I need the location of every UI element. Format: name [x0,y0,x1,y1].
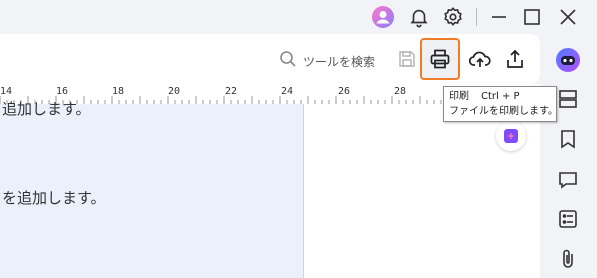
share-icon[interactable] [502,46,528,72]
ruler-tick-label: 28 [394,86,407,97]
ruler-tick-label: 20 [168,86,181,97]
gear-icon[interactable] [440,4,466,30]
avatar-icon[interactable] [370,4,396,30]
floating-ai-icon[interactable] [496,121,526,151]
close-icon[interactable] [555,4,581,30]
comment-icon[interactable] [555,167,581,193]
ai-assistant-icon[interactable] [554,46,582,74]
ruler-tick-label: 24 [281,86,294,97]
ruler-tick-label: 16 [56,86,69,97]
ruler-tick-label: 26 [338,86,351,97]
search-icon[interactable] [278,49,298,69]
paperclip-icon[interactable] [555,246,581,272]
save-icon[interactable] [396,48,418,70]
tooltip-title: 印刷 [449,91,469,102]
document-text-line: 追加します。 [2,102,91,118]
search-tools-button[interactable]: ツールを検索 [303,51,375,70]
title-bar-divider [476,8,477,26]
document-text-line: を追加します。 [2,191,106,207]
layout-icon[interactable] [555,86,581,112]
minimize-icon[interactable] [486,4,512,30]
right-sidebar [540,34,597,278]
search-tools-label: ツールを検索 [303,55,376,69]
cloud-upload-icon[interactable] [467,47,493,73]
ruler-tick-label: 18 [112,86,125,97]
tooltip-shortcut: Ctrl + P [481,91,520,102]
window-title-bar [0,0,597,34]
form-icon[interactable] [555,206,581,232]
maximize-icon[interactable] [519,4,545,30]
ruler-tick-label: 14 [0,86,13,97]
print-tooltip: 印刷 Ctrl + P ファイルを印刷します。 [443,86,558,122]
print-button[interactable] [420,38,460,80]
document-page[interactable]: 追加します。 を追加します。 [0,102,304,278]
tooltip-description: ファイルを印刷します。 [449,106,558,117]
bookmark-icon[interactable] [555,126,581,152]
bell-icon[interactable] [406,4,432,30]
ruler-tick-label: 22 [225,86,238,97]
print-icon [429,48,451,70]
